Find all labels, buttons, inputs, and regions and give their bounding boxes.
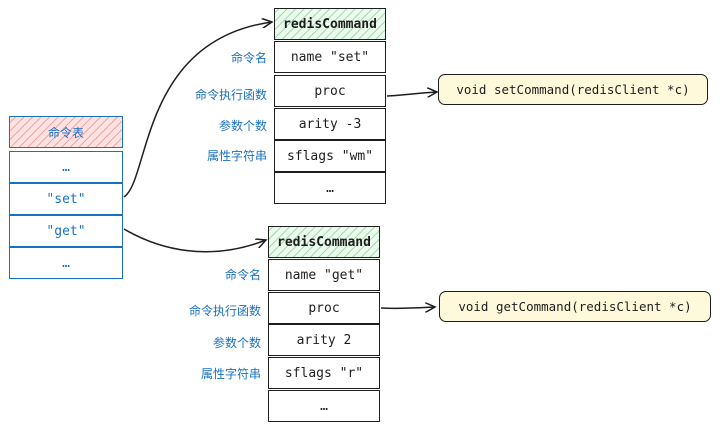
get-function-box: void getCommand(redisClient *c): [439, 291, 711, 322]
get-field-more: …: [268, 390, 380, 422]
command-table-header: 命令表: [9, 116, 123, 148]
get-struct-header: redisCommand: [268, 226, 380, 258]
get-field-proc: proc: [268, 292, 380, 324]
command-table-row-get: "get": [9, 215, 123, 247]
get-field-arity: arity 2: [268, 324, 380, 356]
get-field-name: name "get": [268, 259, 380, 291]
set-field-arity: arity -3: [274, 108, 386, 140]
arrow-set-proc-to-func: [386, 92, 437, 96]
get-label-name: 命令名: [224, 268, 261, 282]
arrow-get-proc-to-func: [380, 307, 435, 308]
set-label-name: 命令名: [230, 51, 267, 65]
command-table-row-set: "set": [9, 183, 123, 215]
set-field-more: …: [274, 172, 386, 204]
set-label-arity: 参数个数: [218, 119, 267, 133]
set-field-sflags: sflags "wm": [274, 140, 386, 172]
get-field-sflags: sflags "r": [268, 357, 380, 389]
set-label-sflags: 属性字符串: [206, 149, 267, 163]
get-label-sflags: 属性字符串: [200, 367, 261, 381]
set-field-proc: proc: [274, 75, 386, 107]
set-field-name: name "set": [274, 41, 386, 73]
set-function-box: void setCommand(redisClient *c): [438, 74, 708, 105]
get-label-arity: 参数个数: [212, 336, 261, 350]
command-table-row: …: [9, 247, 123, 279]
get-label-proc: 命令执行函数: [188, 304, 261, 318]
arrow-get-to-struct: [123, 228, 266, 253]
command-table-row: …: [9, 151, 123, 183]
set-struct-header: redisCommand: [274, 8, 386, 40]
set-label-proc: 命令执行函数: [194, 88, 267, 102]
